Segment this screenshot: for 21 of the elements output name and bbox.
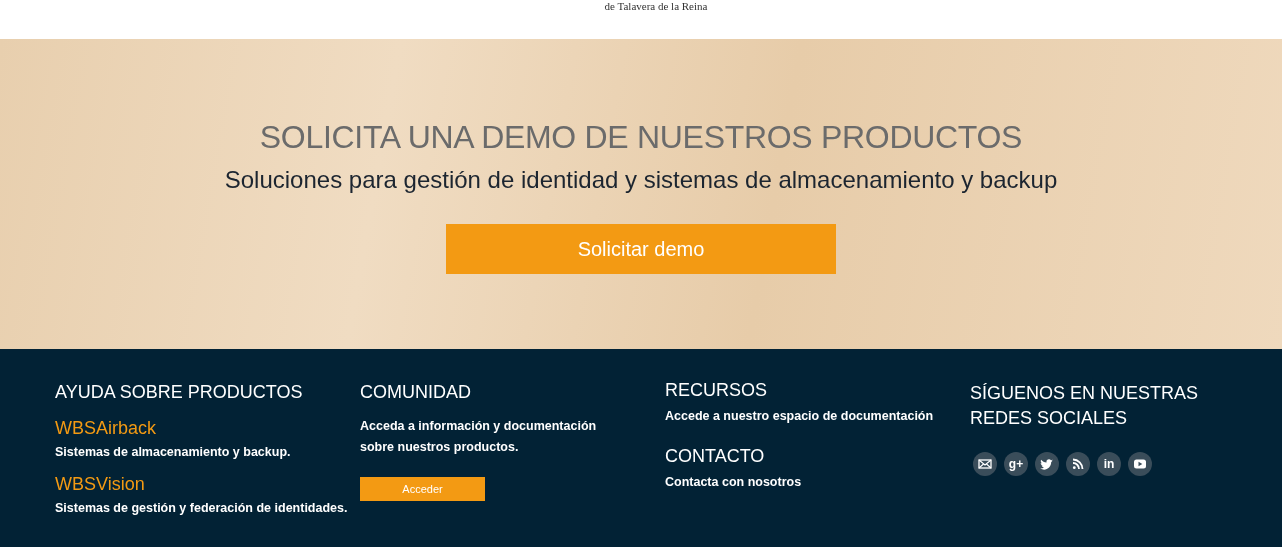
column-text: Acceda a información y documentación sobre nuestros productos.	[360, 418, 598, 456]
product-description: Sistemas de gestión y federación de identidades.	[55, 501, 348, 515]
column-heading: AYUDA SOBRE PRODUCTOS	[55, 381, 303, 403]
column-heading: RECURSOS	[665, 379, 767, 401]
play-icon[interactable]	[1128, 452, 1152, 476]
footer-link[interactable]: Accede a nuestro espacio de documentación	[665, 409, 934, 423]
hero-title: SOLICITA UNA DEMO DE NUESTROS PRODUCTOS	[259, 119, 1023, 156]
product-link[interactable]: WBSAirback	[55, 418, 157, 439]
column-heading: CONTACTO	[665, 445, 765, 467]
social-button[interactable]: in	[1097, 452, 1121, 476]
logo-subtitle: de Talavera de la Reina	[604, 0, 708, 12]
column-heading: SÍGUENOS EN NUESTRAS REDES SOCIALES	[970, 382, 1200, 430]
rss-icon[interactable]	[1066, 452, 1090, 476]
product-link[interactable]: WBSVision	[55, 474, 145, 495]
hero-subtitle: Soluciones para gestión de identidad y sistemas de almacenamiento y backup	[224, 166, 1058, 194]
footer-link[interactable]: Contacta con nosotros	[665, 475, 802, 489]
social-button[interactable]: g+	[1004, 452, 1028, 476]
bird-icon[interactable]	[1035, 452, 1059, 476]
column-heading: COMUNIDAD	[360, 381, 471, 403]
product-description: Sistemas de almacenamiento y backup.	[55, 445, 291, 459]
mail-icon[interactable]	[973, 452, 997, 476]
